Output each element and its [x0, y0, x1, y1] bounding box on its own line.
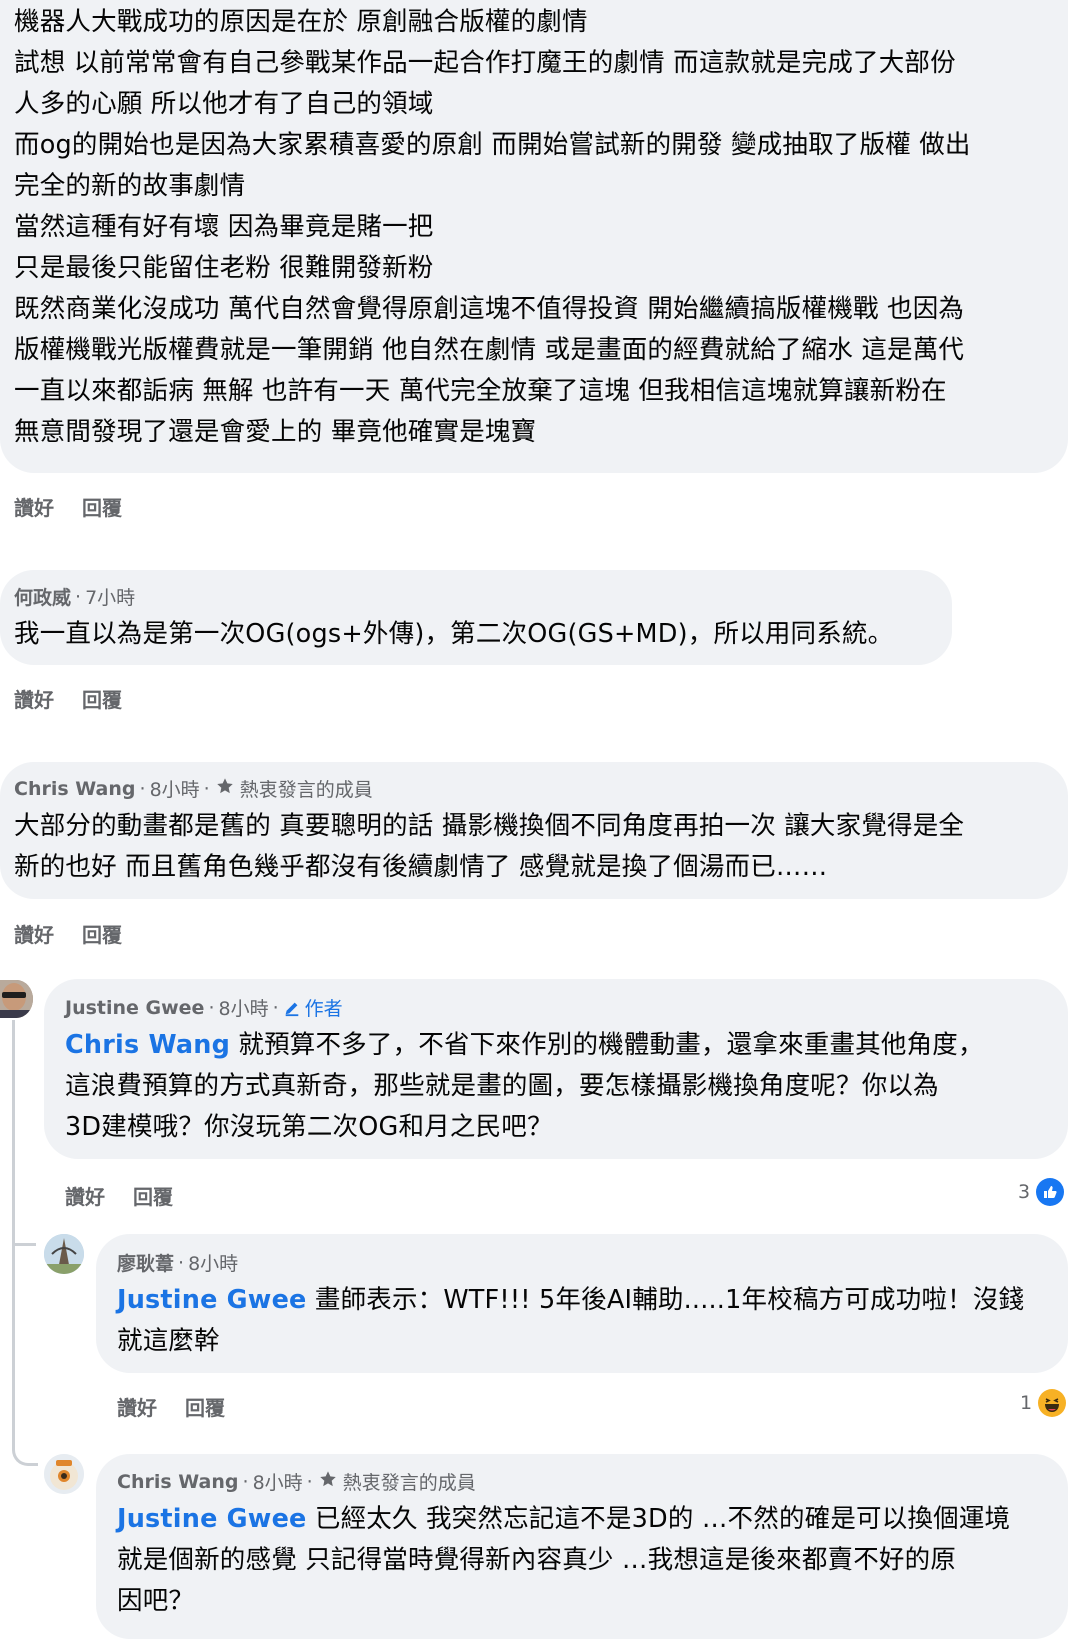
thread-line — [12, 1020, 15, 1440]
reply-button[interactable]: 回覆 — [82, 492, 122, 521]
reaction-summary[interactable]: 1 — [1020, 1389, 1067, 1417]
reaction-count: 1 — [1020, 1392, 1033, 1414]
comment-line: 版權機戰光版權費就是一筆開銷 他自然在劇情 或是畫面的經費就給了縮水 這是萬代 — [14, 335, 965, 365]
comment-text: Chris Wang 就預算不多了，不省下來作別的機體動畫，還拿來重畫其他角度，… — [65, 1025, 984, 1148]
comment-author[interactable]: Chris Wang — [117, 1471, 239, 1493]
reply-button[interactable]: 回覆 — [133, 1181, 173, 1210]
separator-dot: · — [203, 777, 210, 800]
thread-line — [12, 1243, 36, 1246]
comment-actions: 讚好 回覆 — [14, 919, 122, 948]
comment-line: 既然商業化沒成功 萬代自然會覺得原創這塊不值得投資 開始繼續搞版權機戰 也因為 — [14, 294, 965, 324]
author-badge-label: 作者 — [304, 998, 343, 1020]
comment-line: 人多的心願 所以他才有了自己的領域 — [14, 89, 434, 119]
haha-icon — [1038, 1389, 1067, 1417]
reply-button[interactable]: 回覆 — [82, 919, 122, 948]
comment-line: 無意間發現了還是會愛上的 畢竟他確實是塊寶 — [14, 417, 537, 447]
comment-time[interactable]: 7小時 — [85, 583, 135, 610]
top-fan-badge: 熱衷發言的成員 — [239, 779, 373, 801]
comment-author[interactable]: 廖耿葦 — [117, 1249, 174, 1276]
comment-meta: Justine Gwee · 8小時 · 作者 — [65, 994, 343, 1021]
comment-text: 機器人大戰成功的原因是在於 原創融合版權的劇情 試想 以前常常會有自己參戰某作品… — [14, 2, 971, 453]
comment-author[interactable]: 何政威 — [14, 583, 71, 610]
comment-line-rest: 就預算不多了，不省下來作別的機體動畫，還拿來重畫其他角度， — [230, 1030, 984, 1060]
comment-line: 因吧？ — [117, 1586, 195, 1616]
star-icon — [216, 777, 234, 800]
avatar[interactable] — [0, 980, 33, 1018]
separator-dot: · — [178, 1251, 185, 1274]
comment-line: 機器人大戰成功的原因是在於 原創融合版權的劇情 — [14, 7, 588, 37]
comment-meta: Chris Wang · 8小時 · 熱衷發言的成員 — [117, 1468, 476, 1495]
comment-meta: 何政威 · 7小時 — [14, 583, 135, 610]
comment-text: 我一直以為是第一次OG(ogs+外傳)，第二次OG(GS+MD)，所以用同系統。 — [14, 614, 893, 655]
comment-line: 只是最後只能留住老粉 很難開發新粉 — [14, 253, 434, 283]
like-button[interactable]: 讚好 — [14, 919, 54, 948]
like-icon — [1036, 1178, 1065, 1206]
comment-line: 一直以來都詬病 無解 也許有一天 萬代完全放棄了這塊 但我相信這塊就算讓新粉在 — [14, 376, 947, 406]
like-button[interactable]: 讚好 — [117, 1392, 157, 1421]
thread-curve — [12, 1440, 38, 1466]
pencil-icon — [283, 999, 301, 1017]
comment-line: Justine Gwee 已經太久 我突然忘記這不是3D的 …不然的確是可以換個… — [117, 1499, 1010, 1540]
like-button[interactable]: 讚好 — [14, 684, 54, 713]
avatar[interactable] — [44, 1234, 84, 1274]
reaction-count: 3 — [1018, 1181, 1031, 1203]
comment-actions: 讚好 回覆 — [117, 1392, 225, 1421]
comment-actions: 讚好 回覆 — [14, 684, 122, 713]
comment-line: 大部分的動畫都是舊的 真要聰明的話 攝影機換個不同角度再拍一次 讓大家覺得是全 — [14, 811, 965, 841]
comment-author[interactable]: Justine Gwee — [65, 997, 204, 1019]
comment-line: 新的也好 而且舊角色幾乎都沒有後續劇情了 感覺就是換了個湯而已…… — [14, 852, 828, 882]
comment-line-rest: 已經太久 我突然忘記這不是3D的 …不然的確是可以換個運境 — [306, 1504, 1011, 1534]
avatar[interactable] — [44, 1454, 84, 1494]
separator-dot: · — [75, 585, 82, 608]
comment-line: 3D建模哦？你沒玩第二次OG和月之民吧？ — [65, 1112, 553, 1142]
top-fan-badge: 熱衷發言的成員 — [342, 1472, 476, 1494]
comment-line: 這浪費預算的方式真新奇，那些就是畫的圖，要怎樣攝影機換角度呢？你以為 — [65, 1071, 939, 1101]
comment-time[interactable]: 8小時 — [188, 1249, 238, 1276]
author-badge: 作者 — [283, 994, 343, 1021]
mention-link[interactable]: Justine Gwee — [117, 1285, 307, 1315]
like-button[interactable]: 讚好 — [65, 1181, 105, 1210]
separator-dot: · — [272, 996, 279, 1019]
comment-line: 我一直以為是第一次OG(ogs+外傳)，第二次OG(GS+MD)，所以用同系統。 — [14, 619, 894, 649]
comment-time[interactable]: 8小時 — [150, 775, 200, 802]
separator-dot: · — [306, 1470, 313, 1493]
comment-line: 試想 以前常常會有自己參戰某作品一起合作打魔王的劇情 而這款就是完成了大部份 — [14, 48, 956, 78]
mention-link[interactable]: Justine Gwee — [117, 1504, 307, 1534]
separator-dot: · — [139, 777, 146, 800]
comment-actions: 讚好 回覆 — [14, 492, 122, 521]
comment-meta: 廖耿葦 · 8小時 — [117, 1249, 238, 1276]
comment-text: Justine Gwee 已經太久 我突然忘記這不是3D的 …不然的確是可以換個… — [117, 1499, 1010, 1622]
separator-dot: · — [242, 1470, 249, 1493]
comment-line: 就這麼幹 — [117, 1326, 220, 1356]
comment-author[interactable]: Chris Wang — [14, 778, 136, 800]
comment-actions: 讚好 回覆 — [65, 1181, 173, 1210]
reply-button[interactable]: 回覆 — [185, 1392, 225, 1421]
reaction-summary[interactable]: 3 — [1018, 1178, 1065, 1206]
comment-text: Justine Gwee 畫師表示：WTF!!! 5年後AI輔助.....1年校… — [117, 1280, 1024, 1362]
comment-time[interactable]: 8小時 — [253, 1468, 303, 1495]
comment-line: Justine Gwee 畫師表示：WTF!!! 5年後AI輔助.....1年校… — [117, 1280, 1024, 1321]
comment-line: 當然這種有好有壞 因為畢竟是賭一把 — [14, 212, 434, 242]
comment-time[interactable]: 8小時 — [219, 994, 269, 1021]
comment-text: 大部分的動畫都是舊的 真要聰明的話 攝影機換個不同角度再拍一次 讓大家覺得是全 … — [14, 806, 964, 888]
reply-button[interactable]: 回覆 — [82, 684, 122, 713]
comment-line: 而og的開始也是因為大家累積喜愛的原創 而開始嘗試新的開發 變成抽取了版權 做出 — [14, 130, 971, 160]
comment-line: Chris Wang 就預算不多了，不省下來作別的機體動畫，還拿來重畫其他角度， — [65, 1025, 984, 1066]
comment-meta: Chris Wang · 8小時 · 熱衷發言的成員 — [14, 775, 373, 802]
comment-line-rest: 畫師表示：WTF!!! 5年後AI輔助.....1年校稿方可成功啦！沒錢 — [306, 1285, 1025, 1315]
like-button[interactable]: 讚好 — [14, 492, 54, 521]
separator-dot: · — [208, 996, 215, 1019]
star-icon — [319, 1470, 337, 1493]
comment-line: 就是個新的感覺 只記得當時覺得新內容真少 …我想這是後來都賣不好的原 — [117, 1545, 957, 1575]
mention-link[interactable]: Chris Wang — [65, 1030, 230, 1060]
comment-line: 完全的新的故事劇情 — [14, 171, 246, 201]
